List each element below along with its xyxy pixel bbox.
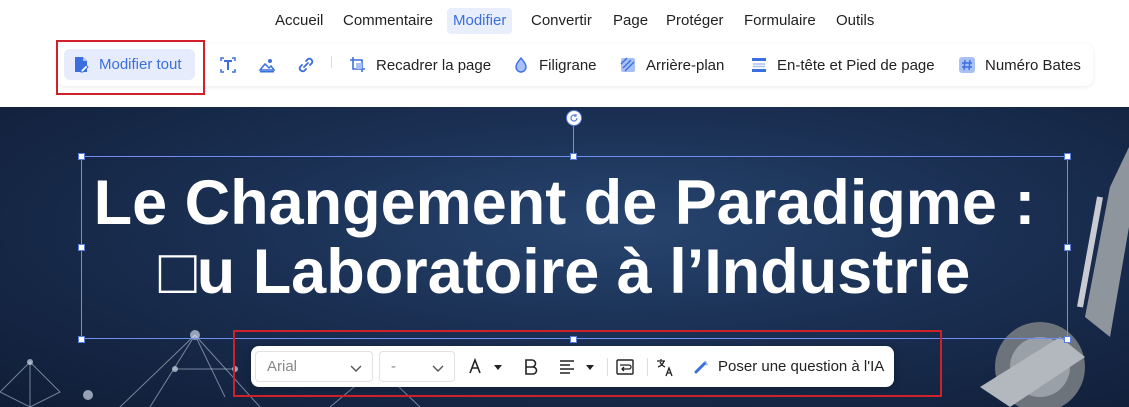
background-button[interactable]: Arrière-plan — [619, 44, 724, 86]
resize-handle-right[interactable] — [1064, 244, 1071, 251]
toolbar-divider — [331, 56, 332, 68]
resize-handle-top-right[interactable] — [1064, 153, 1071, 160]
menu-bar: Accueil Commentaire Modifier Convertir P… — [0, 0, 1129, 40]
format-toolbar-highlight — [233, 330, 942, 397]
resize-handle-top[interactable] — [570, 153, 577, 160]
resize-handle-left[interactable] — [78, 244, 85, 251]
background-label: Arrière-plan — [646, 56, 725, 74]
menu-modifier[interactable]: Modifier — [447, 8, 513, 34]
rotate-handle-icon[interactable] — [566, 110, 582, 126]
crop-page-label: Recadrer la page — [376, 56, 492, 74]
resize-handle-bottom-left[interactable] — [78, 336, 85, 343]
watermark-icon — [512, 56, 530, 74]
bates-number-label: Numéro Bates — [985, 56, 1081, 74]
add-image-icon[interactable] — [258, 56, 276, 74]
menu-accueil[interactable]: Accueil — [275, 8, 323, 34]
menu-formulaire[interactable]: Formulaire — [744, 8, 816, 34]
header-footer-label: En-tête et Pied de page — [777, 56, 935, 74]
add-link-icon[interactable] — [297, 56, 315, 74]
menu-page[interactable]: Page — [613, 8, 648, 34]
menu-proteger[interactable]: Protéger — [666, 8, 724, 34]
menu-convertir[interactable]: Convertir — [531, 8, 592, 34]
background-icon — [619, 56, 637, 74]
menu-outils[interactable]: Outils — [836, 8, 874, 34]
rotation-connector — [573, 126, 574, 156]
watermark-button[interactable]: Filigrane — [512, 44, 597, 86]
menu-commentaire[interactable]: Commentaire — [343, 8, 433, 34]
resize-handle-bottom-right[interactable] — [1064, 336, 1071, 343]
text-selection-box[interactable] — [81, 156, 1068, 339]
crop-page-button[interactable]: Recadrer la page — [349, 44, 491, 86]
header-footer-icon — [750, 56, 768, 74]
resize-handle-top-left[interactable] — [78, 153, 85, 160]
add-text-icon[interactable] — [219, 56, 237, 74]
header-footer-button[interactable]: En-tête et Pied de page — [750, 44, 935, 86]
watermark-label: Filigrane — [539, 56, 597, 74]
hash-icon — [958, 56, 976, 74]
bates-number-button[interactable]: Numéro Bates — [958, 44, 1081, 86]
modify-all-highlight — [56, 40, 205, 95]
crop-icon — [349, 56, 367, 74]
